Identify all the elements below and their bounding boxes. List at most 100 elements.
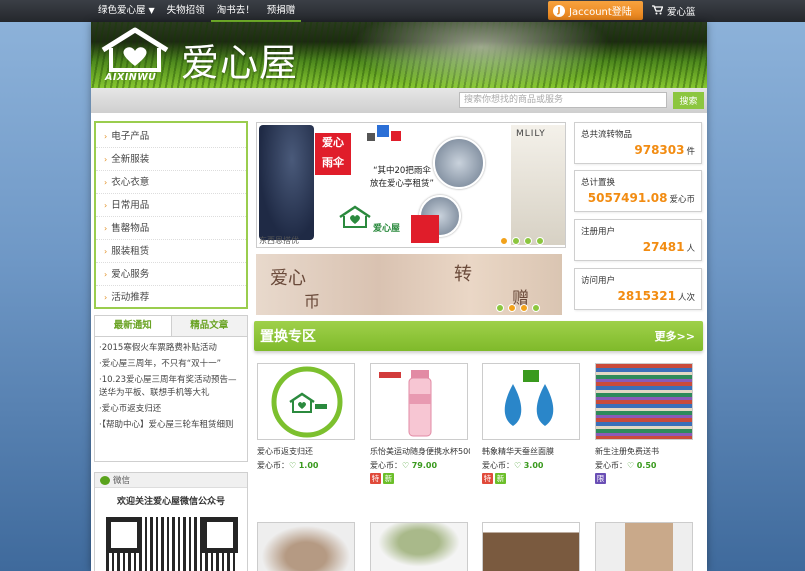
- arrow-right-icon: ›: [104, 132, 108, 141]
- category-item-new-clothes[interactable]: › 全新服装: [96, 148, 246, 171]
- cart-link[interactable]: 爱心篮: [652, 0, 696, 22]
- product-name[interactable]: 乐怡美运动随身便携水杯500: [370, 446, 470, 457]
- slide-dot[interactable]: [520, 304, 528, 312]
- umbrella-label-line2: 雨伞: [322, 156, 344, 169]
- search-button[interactable]: 搜索: [673, 92, 704, 109]
- nav-item-lost-found[interactable]: 失物招领: [161, 0, 211, 22]
- news-item[interactable]: ·爱心币返支归还: [99, 403, 243, 416]
- category-item-clothing-care[interactable]: › 衣心衣意: [96, 171, 246, 194]
- product-card[interactable]: [482, 522, 582, 571]
- product-image[interactable]: [595, 363, 693, 440]
- slide-footer-text: 东西恩搭优: [259, 236, 299, 245]
- slide-dot[interactable]: [500, 237, 508, 245]
- stat-unit: 件: [686, 147, 695, 157]
- umbrella-label: 爱心 雨伞: [315, 133, 351, 175]
- decor-square: [391, 131, 401, 141]
- price-value: 3.00: [523, 461, 544, 470]
- slide-dot[interactable]: [536, 237, 544, 245]
- stat-number: 5057491.08: [587, 191, 668, 205]
- category-label: 爱心服务: [111, 269, 150, 280]
- slide-dot[interactable]: [496, 304, 504, 312]
- jaccount-icon: J: [553, 4, 565, 17]
- jaccount-login-button[interactable]: J Jaccount登陆: [548, 1, 643, 20]
- price-prefix: 爱心币：: [257, 461, 289, 470]
- stat-label: 总共流转物品: [581, 130, 633, 140]
- product-image[interactable]: [257, 363, 355, 440]
- stat-value: 2815321 人次: [618, 289, 695, 303]
- category-item-events[interactable]: › 活动推荐: [96, 286, 246, 309]
- search-input[interactable]: [459, 92, 667, 108]
- site-logo[interactable]: AIXINWU: [97, 26, 173, 86]
- tab-featured-articles[interactable]: 精品文章: [170, 316, 247, 336]
- decor-square: [367, 133, 375, 141]
- promo-slideshow[interactable]: 爱心 雨伞 “其中20把雨伞 放在爱心亭租赁” 爱心屋 MLILY 东西恩搭优: [256, 122, 566, 248]
- cart-icon: [652, 4, 664, 18]
- tab-latest-notices[interactable]: 最新通知: [95, 316, 171, 336]
- product-image[interactable]: [595, 522, 693, 571]
- product-card[interactable]: [257, 522, 357, 571]
- house-heart-icon: [271, 366, 343, 438]
- product-image[interactable]: [370, 522, 468, 571]
- stat-label: 注册用户: [581, 227, 616, 237]
- product-price: 爱心币：♡ 79.00: [370, 460, 470, 471]
- product-card[interactable]: [595, 522, 695, 571]
- heart-coin-icon: ♡: [289, 461, 297, 470]
- price-value: 0.50: [636, 461, 657, 470]
- product-card[interactable]: 乐怡美运动随身便携水杯500 爱心币：♡ 79.00 特 新: [370, 363, 470, 484]
- category-item-daily-goods[interactable]: › 日常用品: [96, 194, 246, 217]
- stat-value: 5057491.08 爱心币: [588, 191, 695, 205]
- heart-coin-icon: ♡: [514, 461, 522, 470]
- category-item-sold-out[interactable]: › 售罄物品: [96, 217, 246, 240]
- stat-unit: 人次: [677, 293, 695, 303]
- nav-item-green-house[interactable]: 绿色爱心屋 ▼: [92, 0, 161, 22]
- slide-dot[interactable]: [524, 237, 532, 245]
- slide-dot[interactable]: [512, 237, 520, 245]
- house-heart-icon: [335, 205, 375, 231]
- product-card[interactable]: [370, 522, 470, 571]
- nav-item-pre-donate[interactable]: 预捐赠: [260, 0, 302, 22]
- product-card[interactable]: 韩象精华天蚕丝面膜 爱心币：♡ 3.00 特 新: [482, 363, 582, 484]
- arrow-right-icon: ›: [104, 270, 108, 279]
- tag-new: 新: [383, 473, 394, 484]
- stat-value: 27481 人: [643, 240, 695, 254]
- product-image[interactable]: [482, 363, 580, 440]
- news-item[interactable]: ·【帮助中心】爱心屋三轮车租赁细则: [99, 419, 243, 432]
- category-item-services[interactable]: › 爱心服务: [96, 263, 246, 286]
- umbrella-label-line1: 爱心: [322, 136, 344, 149]
- nav-item-books[interactable]: 淘书去！: [210, 0, 261, 22]
- news-item[interactable]: ·爱心屋三周年，不只有“双十一”: [99, 358, 243, 371]
- product-name[interactable]: 爱心币返支归还: [257, 446, 357, 457]
- category-label: 服装租赁: [111, 246, 150, 257]
- product-name[interactable]: 新生注册免费送书: [595, 446, 695, 457]
- product-name[interactable]: 韩象精华天蚕丝面膜: [482, 446, 582, 457]
- cart-label: 爱心篮: [667, 7, 696, 18]
- news-item[interactable]: ·2015寒假火车票路费补贴活动: [99, 342, 243, 355]
- nav-item-label: 预捐赠: [266, 5, 296, 16]
- news-item[interactable]: ·10.23爱心屋三周年有奖活动预告—送华为平板、联想手机等大礼: [99, 374, 243, 400]
- category-item-clothing-rental[interactable]: › 服装租赁: [96, 240, 246, 263]
- logo-text: AIXINWU: [105, 72, 157, 83]
- product-image[interactable]: [257, 522, 355, 571]
- banner-glow: [351, 22, 611, 88]
- wechat-header: 微信: [95, 473, 247, 488]
- more-link[interactable]: 更多>>: [655, 328, 695, 344]
- category-item-electronics[interactable]: › 电子产品: [96, 125, 246, 148]
- stat-visitors: 访问用户 2815321 人次: [574, 268, 702, 310]
- banner2-text: 转: [454, 264, 472, 285]
- product-card[interactable]: 爱心币返支归还 爱心币：♡ 1.00: [257, 363, 357, 471]
- heart-coin-icon: ♡: [627, 461, 635, 470]
- stat-label: 访问用户: [581, 276, 616, 286]
- arrow-right-icon: ›: [104, 155, 108, 164]
- product-image[interactable]: [370, 363, 468, 440]
- slide-dot[interactable]: [508, 304, 516, 312]
- product-image[interactable]: [482, 522, 580, 571]
- stat-number: 27481: [642, 240, 685, 254]
- tag-limited: 限: [595, 473, 606, 484]
- slide-dot[interactable]: [532, 304, 540, 312]
- category-menu: › 电子产品 › 全新服装 › 衣心衣意 › 日常用品 › 售罄物品 › 服装租赁 › 爱心服…: [94, 121, 248, 309]
- coin-transfer-banner[interactable]: 爱心 币 转 赠: [256, 254, 562, 315]
- product-card[interactable]: 新生注册免费送书 爱心币：♡ 0.50 限: [595, 363, 695, 484]
- price-prefix: 爱心币：: [482, 461, 514, 470]
- wechat-head-label: 微信: [113, 476, 131, 486]
- category-label: 活动推荐: [111, 292, 150, 303]
